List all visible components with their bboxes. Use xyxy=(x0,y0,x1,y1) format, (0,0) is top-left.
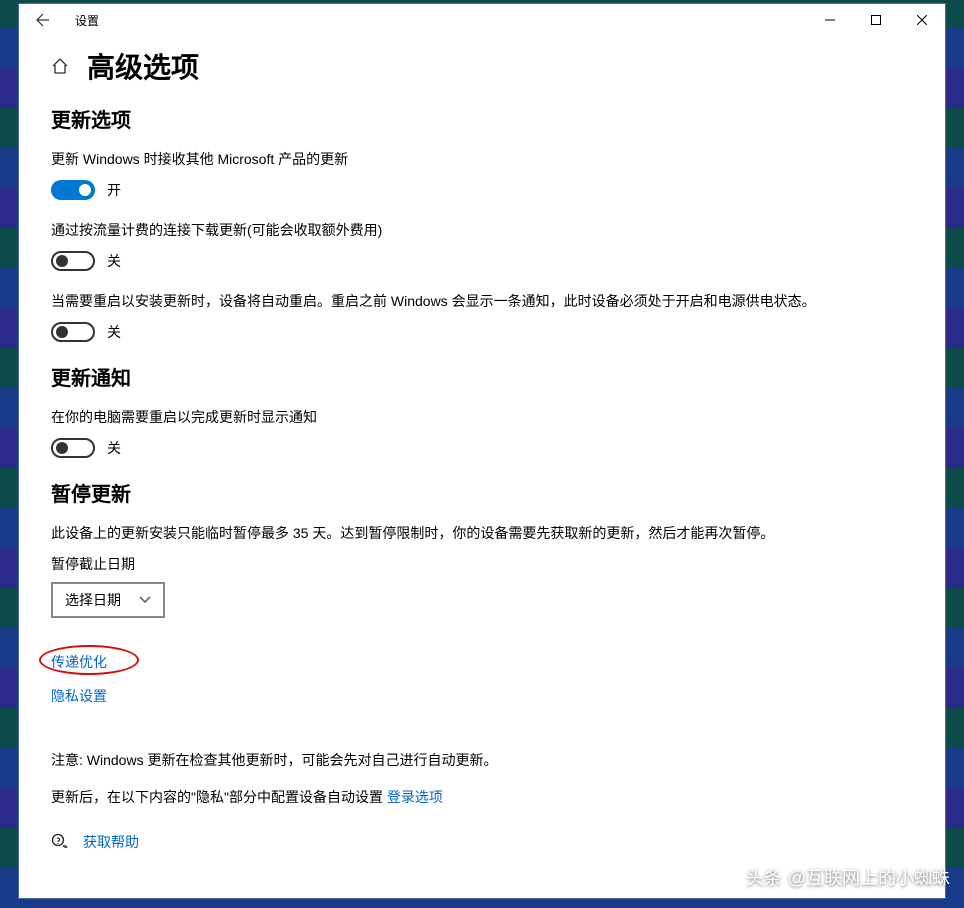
link-sign-in-options[interactable]: 登录选项 xyxy=(387,789,443,805)
help-icon xyxy=(51,833,69,851)
window-title: 设置 xyxy=(75,12,99,29)
titlebar: 设置 xyxy=(19,4,945,36)
option-label-metered-download: 通过按流量计费的连接下载更新(可能会收取额外费用) xyxy=(51,220,913,241)
section-title-update-options: 更新选项 xyxy=(51,104,913,133)
toggle-receive-other-ms[interactable] xyxy=(51,180,95,200)
option-label-restart-notification: 在你的电脑需要重启以完成更新时显示通知 xyxy=(51,407,913,428)
page-title: 高级选项 xyxy=(87,46,199,86)
toggle-state-restart-notification: 关 xyxy=(107,438,121,458)
note-auto-update: 注意: Windows 更新在检查其他更新时，可能会先对自己进行自动更新。 xyxy=(51,750,913,771)
content-area: 高级选项 更新选项 更新 Windows 时接收其他 Microsoft 产品的… xyxy=(19,36,945,898)
section-title-update-notifications: 更新通知 xyxy=(51,362,913,391)
pause-deadline-label: 暂停截止日期 xyxy=(51,554,913,574)
minimize-button[interactable] xyxy=(807,4,853,36)
note-after-update: 更新后，在以下内容的"隐私"部分中配置设备自动设置 登录选项 xyxy=(51,787,913,808)
option-label-auto-restart: 当需要重启以安装更新时，设备将自动重启。重启之前 Windows 会显示一条通知… xyxy=(51,291,913,312)
close-button[interactable] xyxy=(899,4,945,36)
pause-date-select[interactable]: 选择日期 xyxy=(51,582,165,618)
home-icon[interactable] xyxy=(51,57,69,75)
option-label-receive-other-ms: 更新 Windows 时接收其他 Microsoft 产品的更新 xyxy=(51,149,913,170)
link-privacy-settings[interactable]: 隐私设置 xyxy=(51,686,107,706)
chevron-down-icon xyxy=(139,596,151,604)
maximize-icon xyxy=(871,15,881,25)
toggle-metered-download[interactable] xyxy=(51,251,95,271)
section-title-pause-updates: 暂停更新 xyxy=(51,478,913,507)
pause-date-select-text: 选择日期 xyxy=(65,590,121,610)
toggle-state-metered-download: 关 xyxy=(107,251,121,271)
back-button[interactable] xyxy=(27,4,59,36)
back-arrow-icon xyxy=(35,12,51,28)
link-delivery-optimization[interactable]: 传递优化 xyxy=(51,652,107,672)
pause-updates-description: 此设备上的更新安装只能临时暂停最多 35 天。达到暂停限制时，你的设备需要先获取… xyxy=(51,523,913,544)
maximize-button[interactable] xyxy=(853,4,899,36)
close-icon xyxy=(917,15,927,25)
toggle-restart-notification[interactable] xyxy=(51,438,95,458)
minimize-icon xyxy=(825,15,835,25)
toggle-auto-restart[interactable] xyxy=(51,322,95,342)
toggle-state-receive-other-ms: 开 xyxy=(107,180,121,200)
toggle-state-auto-restart: 关 xyxy=(107,322,121,342)
link-get-help[interactable]: 获取帮助 xyxy=(83,832,139,852)
settings-window: 设置 高级选项 更新选项 更新 Windows 时接收其他 Microsoft … xyxy=(18,3,946,899)
note-after-update-prefix: 更新后，在以下内容的"隐私"部分中配置设备自动设置 xyxy=(51,789,387,805)
